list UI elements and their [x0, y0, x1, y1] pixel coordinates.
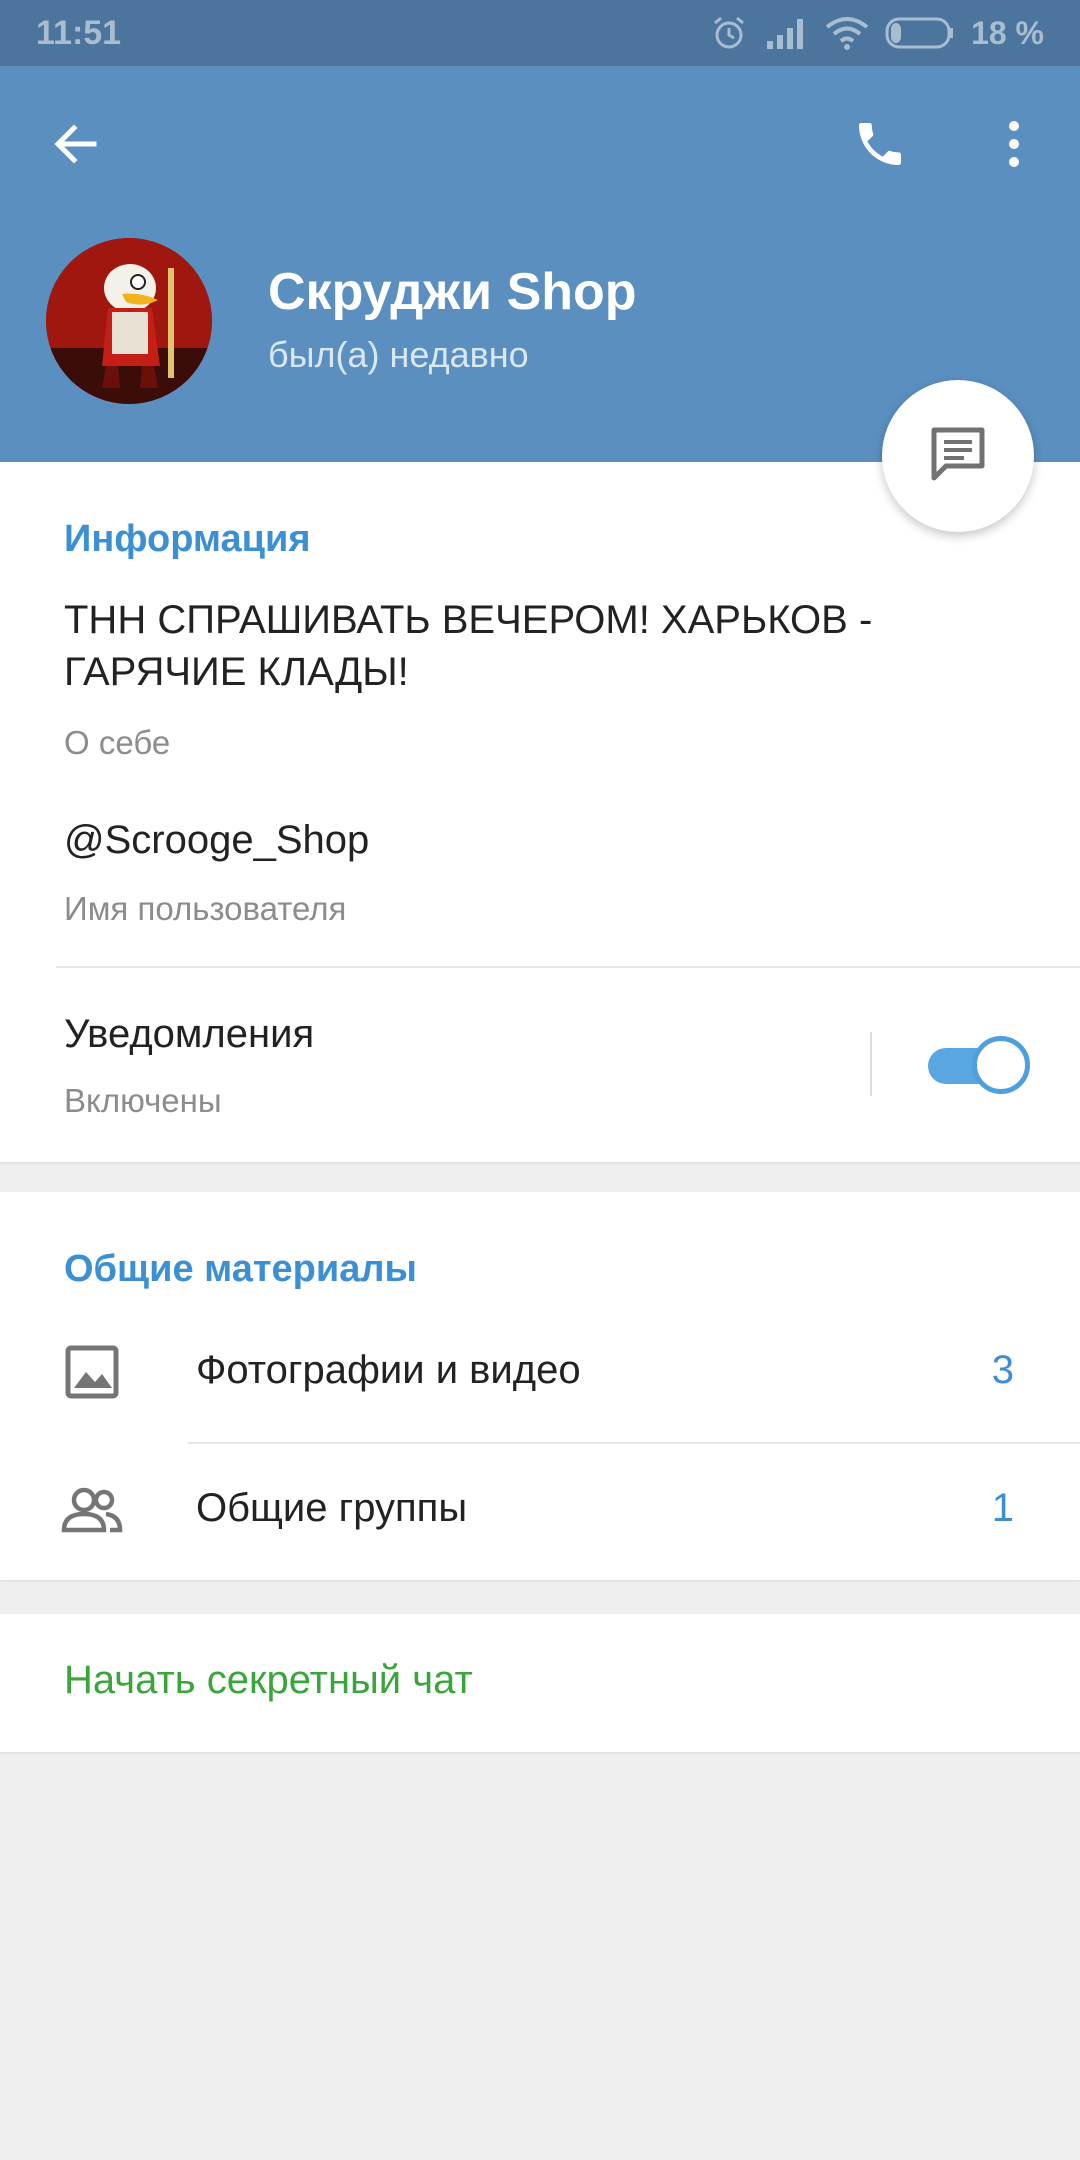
avatar[interactable] [46, 238, 212, 404]
back-arrow-icon [50, 118, 102, 175]
bio-line-2: ГАРЯЧИЕ КЛАДЫ! [64, 650, 409, 694]
divider [188, 1442, 1080, 1444]
notifications-label[interactable]: Уведомления [64, 1008, 314, 1060]
notifications-toggle[interactable] [928, 1036, 1030, 1094]
shared-item-label: Общие группы [196, 1486, 468, 1530]
battery-icon [885, 16, 955, 50]
status-bar: 11:51 18 % [0, 0, 1080, 66]
info-section-title: Информация [64, 518, 311, 560]
group-icon [60, 1478, 124, 1542]
username[interactable]: @Scrooge_Shop [64, 814, 369, 866]
image-icon [60, 1340, 124, 1404]
contact-status: был(а) недавно [268, 334, 529, 375]
shared-item-count: 1 [991, 1486, 1014, 1530]
toggle-knob [972, 1036, 1030, 1094]
info-card: Информация ТНН СПРАШИВАТЬ ВЕЧЕРОМ! ХАРЬК… [0, 462, 1080, 1162]
more-vert-icon [1004, 118, 1024, 175]
send-message-button[interactable] [882, 380, 1034, 532]
status-icons: 18 % [709, 12, 1044, 54]
wifi-icon [825, 15, 869, 51]
more-options-button[interactable] [974, 106, 1054, 186]
switch-separator [870, 1032, 872, 1096]
avatar-image [46, 238, 212, 404]
bio-text[interactable]: ТНН СПРАШИВАТЬ ВЕЧЕРОМ! ХАРЬКОВ - ГАРЯЧИ… [64, 594, 872, 698]
username-caption: Имя пользователя [64, 890, 347, 927]
alarm-icon [709, 13, 749, 53]
signal-icon [765, 15, 809, 51]
shared-item-count: 3 [991, 1348, 1014, 1392]
status-time: 11:51 [36, 14, 122, 52]
contact-name: Скруджи Shop [268, 263, 637, 321]
shared-media-card: Общие материалы Фотографии и видео 3 Общ… [0, 1192, 1080, 1580]
bio-line-1: ТНН СПРАШИВАТЬ ВЕЧЕРОМ! ХАРЬКОВ - [64, 598, 873, 642]
notifications-status: Включены [64, 1082, 222, 1119]
phone-icon [852, 116, 908, 177]
shared-item-label: Фотографии и видео [196, 1348, 581, 1392]
start-secret-chat-button[interactable]: Начать секретный чат [64, 1658, 473, 1703]
secret-chat-card: Начать секретный чат [0, 1614, 1080, 1752]
shared-section-title: Общие материалы [64, 1248, 417, 1290]
bio-caption: О себе [64, 724, 171, 761]
divider [56, 966, 1080, 968]
back-button[interactable] [36, 106, 116, 186]
message-icon [926, 422, 990, 491]
battery-percent: 18 % [971, 14, 1044, 51]
call-button[interactable] [840, 106, 920, 186]
